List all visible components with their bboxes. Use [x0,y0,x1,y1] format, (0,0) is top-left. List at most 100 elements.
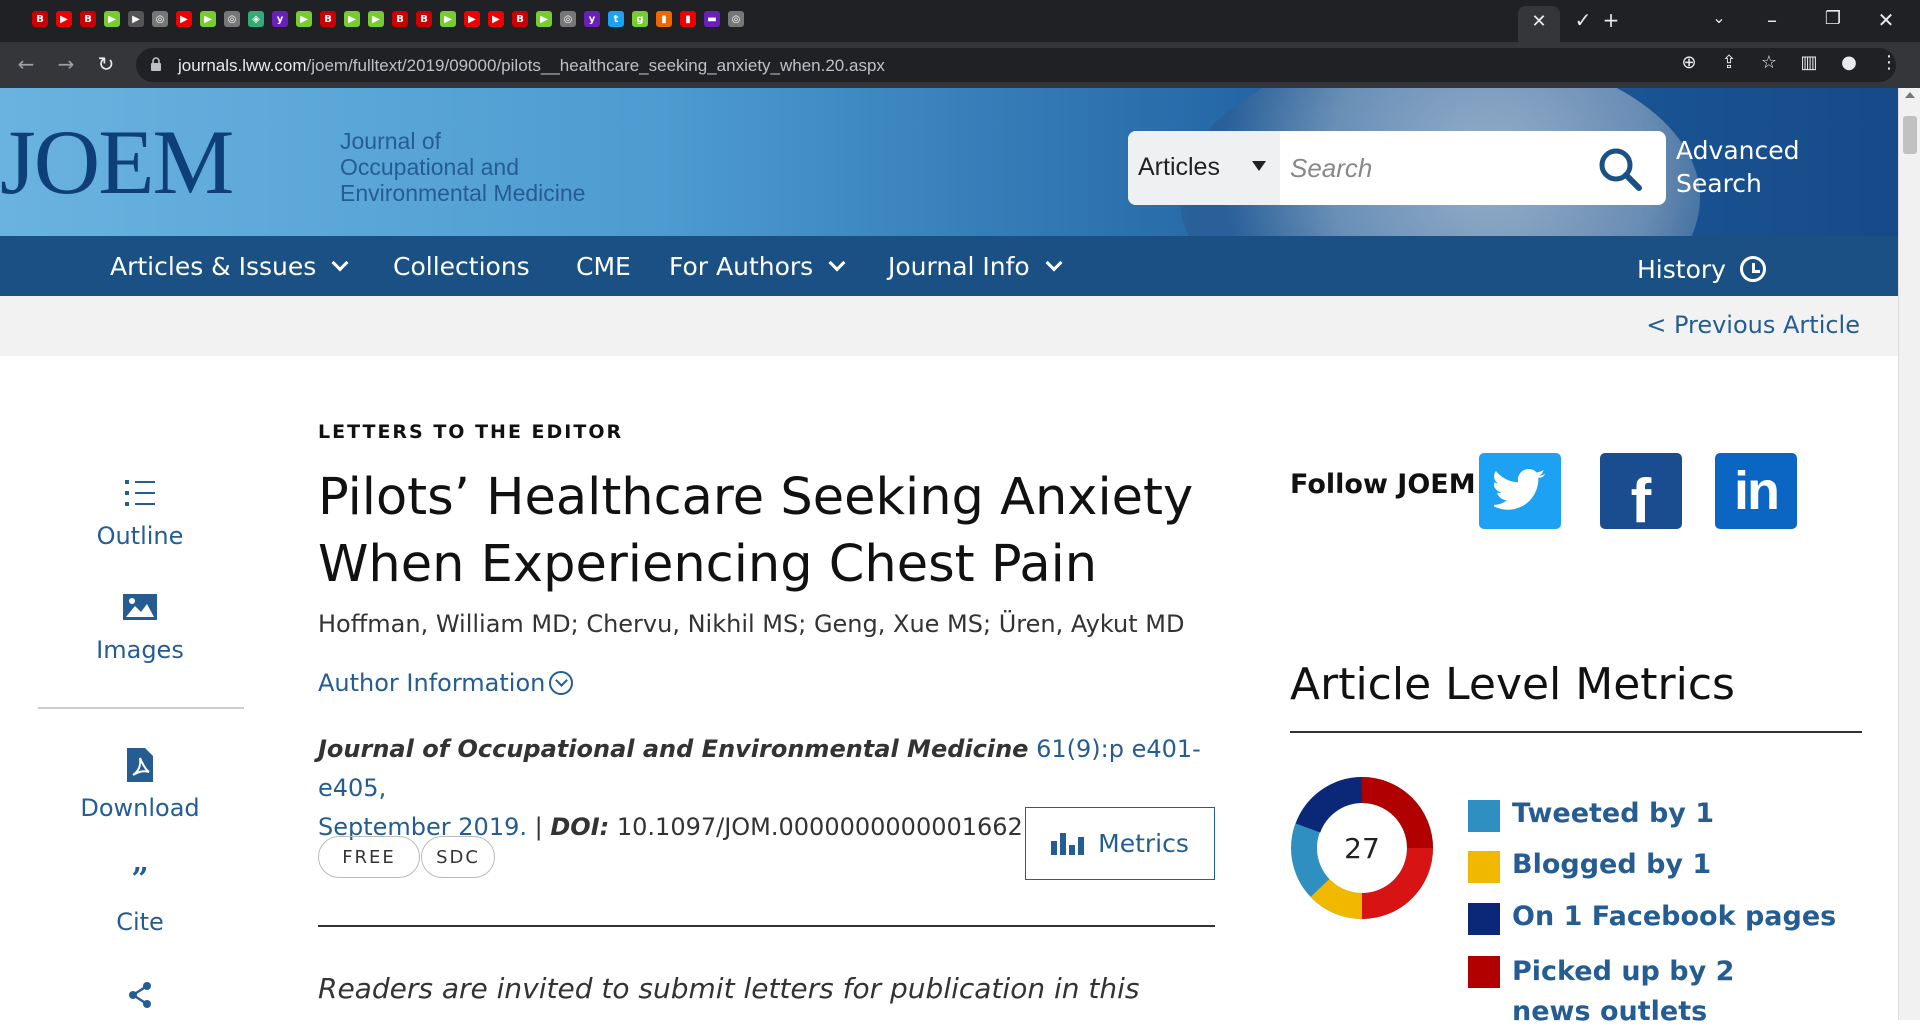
journal-name-line: Occupational and [340,154,520,180]
tab[interactable]: g [630,8,650,30]
tab[interactable]: ▮ [654,8,674,30]
scrollbar-thumb[interactable] [1903,116,1917,154]
zoom-icon[interactable]: ⊕ [1678,52,1700,74]
tab[interactable]: y [582,8,602,30]
tool-share[interactable] [40,978,240,1024]
article-section-label: LETTERS TO THE EDITOR [318,421,624,443]
linkedin-button[interactable]: in [1715,453,1797,529]
tool-outline[interactable]: Outline [40,476,240,550]
bookmark-star-icon[interactable]: ☆ [1758,52,1780,74]
tab[interactable]: ▶ [342,8,362,30]
back-icon[interactable]: ← [12,52,40,76]
scrollbar[interactable] [1898,88,1920,1020]
tab-search-icon[interactable]: ⌄ [1704,8,1734,27]
tab[interactable]: ◈ [246,8,266,30]
tool-cite[interactable]: ” Cite [40,862,240,937]
tab-favicon-icon[interactable]: ✓ [1568,8,1598,32]
author-information-toggle[interactable]: Author Information [318,667,574,697]
close-window-icon[interactable]: ✕ [1871,8,1901,32]
outline-icon [40,476,240,510]
scroll-up-icon[interactable] [1905,92,1915,98]
tab[interactable]: ▶ [366,8,386,30]
tab[interactable]: ▬ [702,8,722,30]
tab[interactable]: B [414,8,434,30]
search-scope-select[interactable]: Articles [1128,131,1280,205]
search-icon[interactable] [1596,145,1644,193]
tab[interactable]: ▶ [54,8,74,30]
tab[interactable]: t [606,8,626,30]
tab-favicon-icon: ▶ [536,11,552,27]
tab-favicon-icon: ▶ [128,11,144,27]
altmetric-swatch [1468,956,1500,988]
tab[interactable]: ▶ [534,8,554,30]
close-tab-icon[interactable]: ✕ [1524,11,1554,32]
tab[interactable]: ▶ [462,8,482,30]
tab[interactable]: y [270,8,290,30]
altmetric-badge[interactable]: 27 [1290,776,1434,920]
tab[interactable]: B [510,8,530,30]
bar-chart-icon [1051,832,1085,855]
tab-favicon-icon: ▮ [680,11,696,27]
twitter-button[interactable] [1479,453,1561,529]
nav-articles-issues[interactable]: Articles & Issues [110,252,349,281]
pinned-tabs[interactable]: B ▶ B ▶ ▶ ◎ ▶ ▶ ◎ ◈ y ▶ B ▶ ▶ B B ▶ ▶ ▶ … [30,8,746,30]
tab[interactable]: ▶ [486,8,506,30]
tab[interactable]: B [318,8,338,30]
tab-favicon-icon: B [32,11,48,27]
tab[interactable]: ◎ [150,8,170,30]
tool-download[interactable]: Download [40,748,240,822]
tool-images[interactable]: Images [40,590,240,664]
journal-name-line: Journal of [340,128,442,154]
tab[interactable]: ▶ [126,8,146,30]
nav-label: Articles & Issues [110,252,317,281]
tool-label: Download [80,794,200,822]
url-path: /joem/fulltext/2019/09000/pilots__health… [306,56,885,75]
tab[interactable]: ▮ [678,8,698,30]
tab[interactable]: B [390,8,410,30]
nav-collections[interactable]: Collections [393,252,530,281]
side-panel-icon[interactable]: ▥ [1798,52,1820,74]
doi-value[interactable]: 10.1097/JOM.0000000000001662 [617,813,1023,841]
site-logo[interactable]: JOEM [0,116,234,208]
share-icon[interactable]: ⇪ [1718,52,1740,74]
altmetric-line[interactable]: Picked up by 2 news outlets [1468,952,1808,1032]
tab[interactable]: ◎ [222,8,242,30]
tab[interactable]: ▶ [294,8,314,30]
citation-journal: Journal of Occupational and Environmenta… [318,735,1029,763]
tab[interactable]: ▶ [438,8,458,30]
profile-icon[interactable]: ● [1838,52,1860,74]
journal-name[interactable]: Journal of Occupational and Environmenta… [340,128,640,206]
tab[interactable]: ◎ [726,8,746,30]
previous-article-link[interactable]: < Previous Article [1646,311,1860,339]
metrics-button[interactable]: Metrics [1025,807,1215,880]
nav-cme[interactable]: CME [576,252,631,281]
nav-for-authors[interactable]: For Authors [669,252,846,281]
altmetric-line[interactable]: On 1 Facebook pages [1468,901,1836,935]
tab[interactable]: B [30,8,50,30]
chevron-down-icon [828,254,846,272]
minimize-icon[interactable]: – [1757,8,1787,32]
altmetric-line[interactable]: Blogged by 1 [1468,849,1711,883]
tab[interactable]: B [78,8,98,30]
browser-tab-bar: B ▶ B ▶ ▶ ◎ ▶ ▶ ◎ ◈ y ▶ B ▶ ▶ B B ▶ ▶ ▶ … [0,0,1920,42]
tab-favicon-icon: B [512,11,528,27]
tab[interactable]: ▶ [198,8,218,30]
restore-icon[interactable]: ❐ [1818,8,1848,29]
tab[interactable]: ▶ [102,8,122,30]
share-icon [40,978,240,1012]
altmetric-line[interactable]: Tweeted by 1 [1468,798,1714,832]
reload-icon[interactable]: ↻ [92,52,120,76]
nav-history[interactable]: History [1637,252,1766,284]
nav-journal-info[interactable]: Journal Info [888,252,1063,281]
search-input[interactable] [1280,131,1590,205]
url-field[interactable]: journals.lww.com/joem/fulltext/2019/0900… [136,48,1896,82]
advanced-search-link[interactable]: Advanced Search [1676,134,1826,200]
active-tab[interactable]: ✕ [1518,6,1560,42]
facebook-button[interactable]: f [1600,453,1682,536]
menu-icon[interactable]: ⋮ [1878,52,1900,74]
new-tab-icon[interactable]: + [1596,8,1626,32]
forward-icon[interactable]: → [52,52,80,76]
tab-favicon-icon: ◈ [248,11,264,27]
tab[interactable]: ◎ [558,8,578,30]
tab[interactable]: ▶ [174,8,194,30]
